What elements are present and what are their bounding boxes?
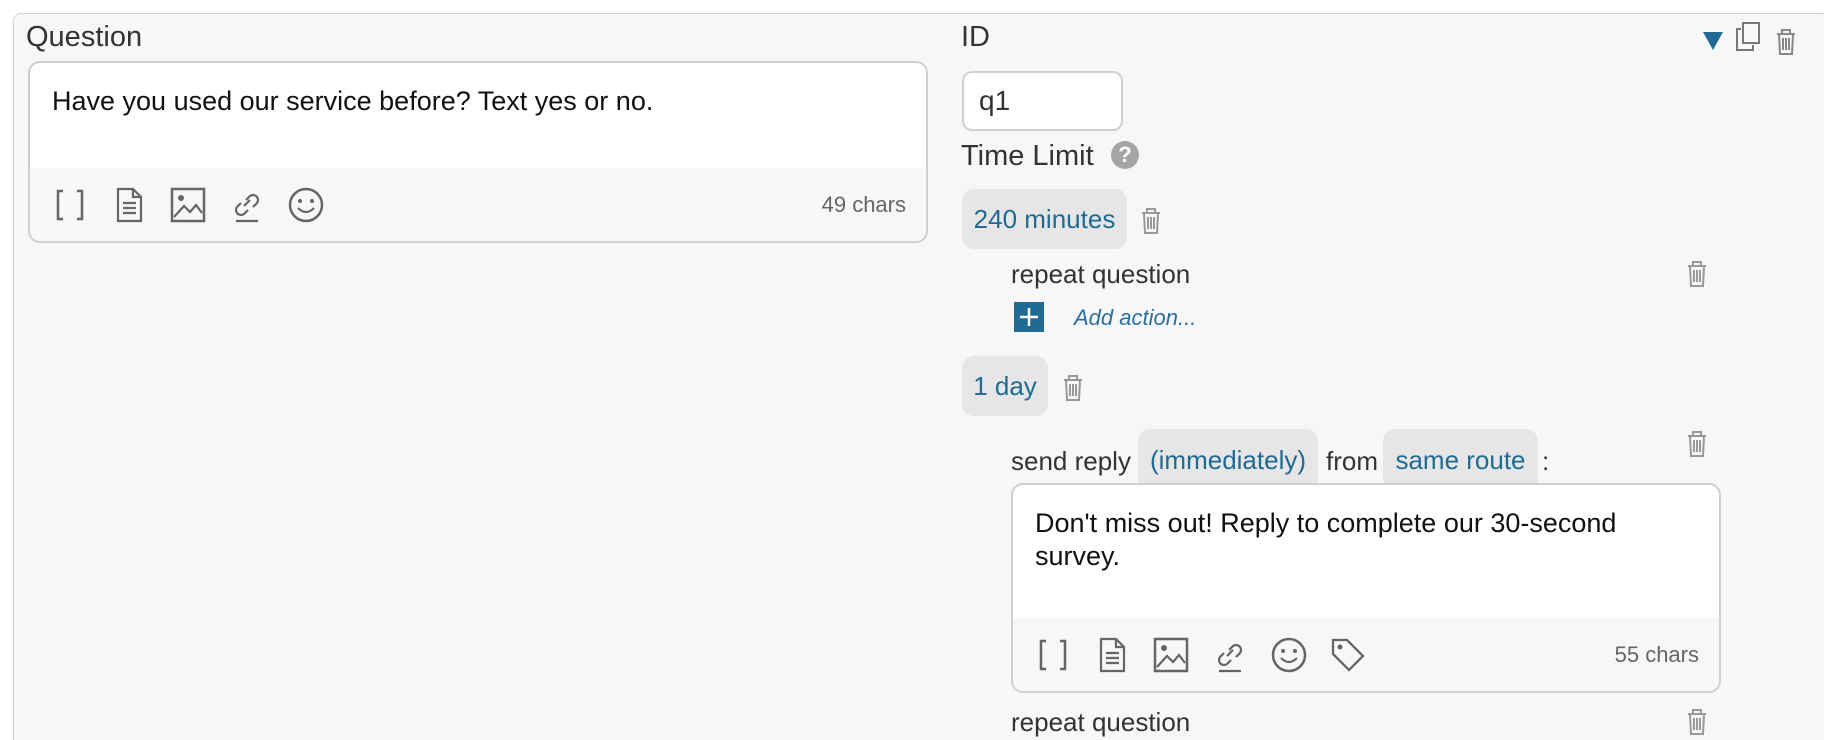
action-repeat-question[interactable]: repeat question — [1011, 707, 1190, 738]
time-limit-label: Time Limit — [961, 140, 1094, 172]
reply-toolbar: 55 chars — [1013, 618, 1719, 691]
question-char-count: 49 chars — [821, 192, 906, 217]
add-action-plus-button[interactable] — [1014, 302, 1044, 332]
link-icon[interactable] — [227, 185, 267, 225]
delete-action-trash-icon[interactable] — [1684, 258, 1710, 288]
help-icon[interactable]: ? — [1111, 141, 1139, 169]
delete-action-trash-icon[interactable] — [1684, 706, 1710, 736]
delete-duration-trash-icon[interactable] — [1138, 205, 1164, 235]
question-card: Question Have you used our service befor… — [13, 13, 1824, 740]
question-text[interactable]: Have you used our service before? Text y… — [52, 85, 904, 118]
link-icon[interactable] — [1210, 635, 1250, 675]
reply-char-count: 55 chars — [1614, 642, 1699, 667]
delete-duration-trash-icon[interactable] — [1060, 372, 1086, 402]
from-label: from — [1326, 446, 1378, 476]
image-icon[interactable] — [168, 185, 208, 225]
question-textbox[interactable]: Have you used our service before? Text y… — [28, 61, 928, 243]
document-icon[interactable] — [109, 185, 149, 225]
brackets-icon[interactable] — [50, 185, 90, 225]
delete-question-trash-icon[interactable] — [1773, 26, 1799, 56]
delete-action-trash-icon[interactable] — [1684, 428, 1710, 458]
send-reply-label: send reply — [1011, 446, 1131, 476]
timing-pill[interactable]: (immediately) — [1138, 429, 1318, 491]
emoji-icon[interactable] — [286, 185, 326, 225]
question-toolbar: 49 chars — [30, 168, 926, 241]
action-repeat-question[interactable]: repeat question — [1011, 259, 1190, 290]
add-action-link[interactable]: Add action... — [1074, 305, 1196, 331]
document-icon[interactable] — [1092, 635, 1132, 675]
emoji-icon[interactable] — [1269, 635, 1309, 675]
duration-pill[interactable]: 1 day — [962, 356, 1048, 416]
caret-down-icon[interactable] — [1701, 28, 1725, 52]
colon-label: : — [1542, 446, 1550, 476]
tag-icon[interactable] — [1328, 635, 1368, 675]
copy-icon[interactable] — [1735, 22, 1761, 52]
duration-pill[interactable]: 240 minutes — [962, 189, 1127, 249]
image-icon[interactable] — [1151, 635, 1191, 675]
id-label: ID — [961, 21, 990, 53]
question-label: Question — [26, 21, 143, 53]
route-pill[interactable]: same route — [1383, 429, 1538, 491]
reply-textbox[interactable]: Don't miss out! Reply to complete our 30… — [1011, 483, 1721, 693]
brackets-icon[interactable] — [1033, 635, 1073, 675]
id-input[interactable]: q1 — [962, 71, 1123, 131]
reply-text[interactable]: Don't miss out! Reply to complete our 30… — [1035, 507, 1697, 573]
